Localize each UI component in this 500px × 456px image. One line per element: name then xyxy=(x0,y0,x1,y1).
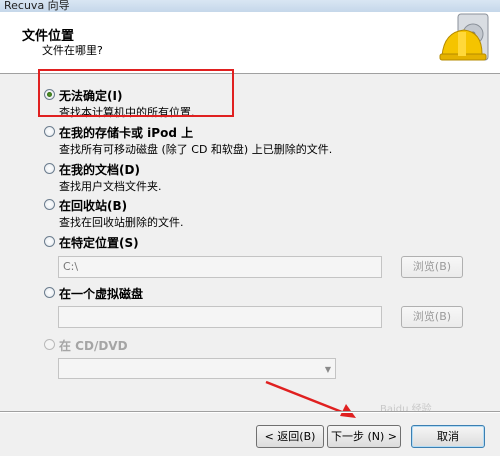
cancel-button[interactable]: 取消 xyxy=(411,425,485,448)
next-button[interactable]: 下一步 (N) > xyxy=(327,425,401,448)
footer-divider-highlight xyxy=(0,412,500,413)
annotation-arrow xyxy=(265,380,356,418)
back-button[interactable]: < 返回(B) xyxy=(256,425,324,448)
